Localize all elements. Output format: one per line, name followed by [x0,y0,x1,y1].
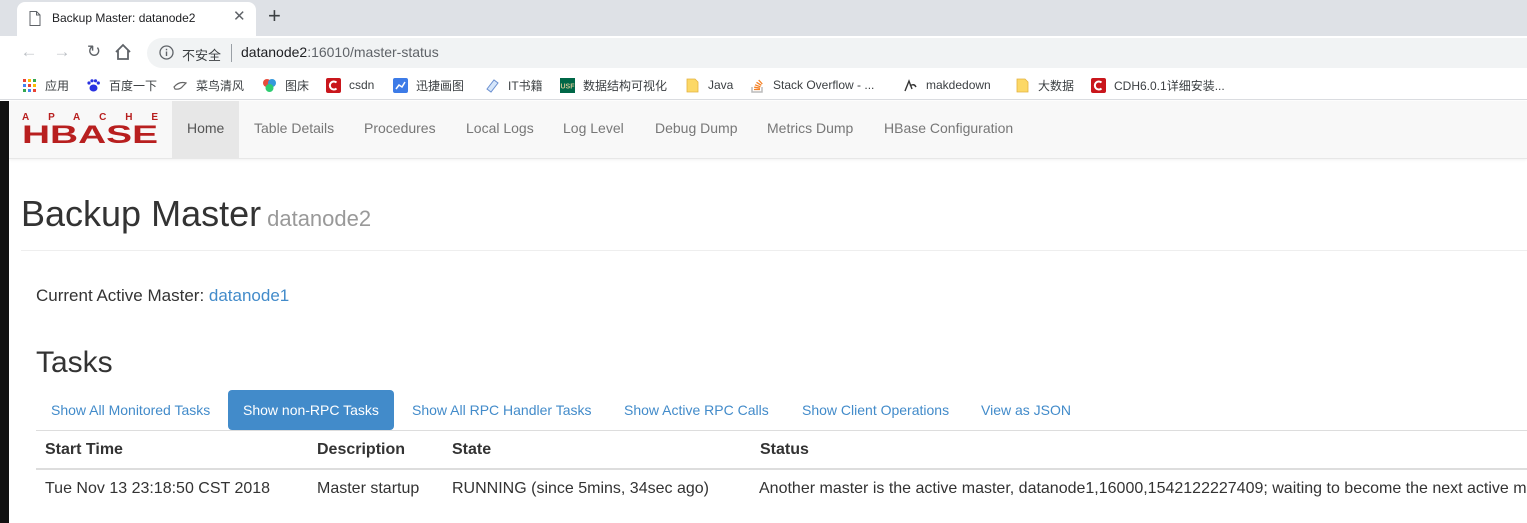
hbase-navbar: APACHE HBASE Home Table Details Procedur… [9,101,1527,159]
bookmark-label: 大数据 [1038,78,1075,93]
bookmark-label: 迅捷画图 [416,78,465,93]
bookmark-label: Stack Overflow - ... [773,78,875,92]
hbase-logo[interactable]: APACHE HBASE [22,110,158,146]
bookmark-apps[interactable]: 应用 [22,77,69,93]
bookmark-csdn[interactable]: csdn [326,77,374,93]
browser-tab[interactable]: Backup Master: datanode2 ✕ [17,2,256,36]
cell-status: Another master is the active master, dat… [759,480,1527,497]
current-master-link[interactable]: datanode1 [209,286,289,305]
bookmark-baidu[interactable]: 百度一下 [86,77,157,93]
window-edge [0,101,9,523]
bookmarks-bar: 应用 百度一下 菜鸟清风 图床 csdn 迅捷画图 IT书籍 USF 数据结构可… [0,70,1527,100]
nav-debug-dump[interactable]: Debug Dump [655,120,738,136]
not-secure-label[interactable]: 不安全 [182,45,221,64]
bookmark-runoob[interactable]: 菜鸟清风 [173,77,244,93]
bookmark-label: CDH6.0.1详细安装... [1114,78,1225,93]
stackoverflow-icon [751,79,763,93]
reload-icon[interactable]: ↻ [83,41,105,63]
cell-state: RUNNING (since 5mins, 34sec ago) [452,480,709,497]
header-divider [21,250,1527,251]
close-tab-icon[interactable]: ✕ [233,7,246,25]
url-text[interactable]: datanode2:16010/master-status [241,44,439,60]
tab-client-operations[interactable]: Show Client Operations [787,390,964,430]
logo-hbase-text: HBASE [22,121,158,146]
bookmark-label: 图床 [285,78,310,93]
bookmark-datastructure[interactable]: USF 数据结构可视化 [560,77,667,93]
bookmark-makdedown[interactable]: makdedown [903,77,991,93]
tab-view-as-json[interactable]: View as JSON [966,390,1086,430]
page-title: Backup Master datanode2 [21,193,371,235]
nav-local-logs[interactable]: Local Logs [466,120,534,136]
markdown-icon [904,78,917,91]
usf-icon: USF [560,77,576,93]
column-header-description: Description [317,441,406,458]
page-subtitle: datanode2 [267,206,372,231]
bookmark-label: 数据结构可视化 [583,78,668,93]
page-title-text: Backup Master [21,193,262,234]
browser-tabstrip: Backup Master: datanode2 ✕ + [0,0,1527,36]
bookmark-xunjie[interactable]: 迅捷画图 [393,77,464,93]
hbase-master-page: APACHE HBASE Home Table Details Procedur… [9,101,1527,523]
bookmark-label: 百度一下 [109,78,158,93]
cell-start-time: Tue Nov 13 23:18:50 CST 2018 [45,480,271,497]
column-header-status: Status [760,441,809,458]
nav-procedures[interactable]: Procedures [364,120,436,136]
image-bed-icon [263,78,276,92]
bookmark-label: makdedown [926,78,991,92]
nav-log-level[interactable]: Log Level [563,120,624,136]
bookmark-itbooks[interactable]: IT书籍 [485,77,543,93]
tab-active-rpc-calls[interactable]: Show Active RPC Calls [609,390,784,430]
bird-icon [173,81,188,90]
column-header-start-time: Start Time [45,441,123,458]
address-bar[interactable]: 不安全 datanode2:16010/master-status [147,38,1527,68]
browser-toolbar: ← → ↻ 不安全 datanode2:16010/master-status [0,36,1527,70]
home-icon[interactable] [114,43,132,61]
tab-non-rpc-tasks[interactable]: Show non-RPC Tasks [228,390,394,430]
url-path: :16010/master-status [307,44,439,60]
forward-arrow-icon[interactable]: → [51,41,73,63]
tab-all-monitored-tasks[interactable]: Show All Monitored Tasks [36,390,225,430]
bookmark-stackoverflow[interactable]: Stack Overflow - ... [750,77,874,93]
bookmark-label: 应用 [45,78,70,93]
nav-metrics-dump[interactable]: Metrics Dump [767,120,853,136]
bookmark-cdh[interactable]: CDH6.0.1详细安装... [1091,77,1225,93]
book-icon [486,78,499,93]
table-top-border [36,430,1527,431]
omnibox-divider [231,44,232,62]
bookmark-label: IT书籍 [508,78,543,93]
tab-rpc-handler-tasks[interactable]: Show All RPC Handler Tasks [397,390,606,430]
new-tab-icon[interactable]: + [268,3,281,29]
cell-description: Master startup [317,480,420,497]
xunjie-icon [393,77,408,93]
nav-table-details[interactable]: Table Details [254,120,334,136]
nav-home[interactable]: Home [187,120,224,136]
nav-hbase-configuration[interactable]: HBase Configuration [884,120,1013,136]
bookmark-label: csdn [349,78,375,92]
folder-icon [686,78,699,92]
table-header-border [36,468,1527,470]
back-arrow-icon[interactable]: ← [18,41,40,63]
bookmark-tuchuang[interactable]: 图床 [262,77,309,93]
tab-title: Backup Master: datanode2 [52,11,196,25]
url-host: datanode2 [241,44,308,60]
current-master-label: Current Active Master: [36,286,209,305]
svg-text:USF: USF [561,83,576,90]
bookmark-label: Java [708,78,734,92]
folder-icon [1016,78,1029,92]
baidu-paw-icon [87,78,100,91]
document-icon [29,11,41,26]
current-active-master: Current Active Master: datanode1 [36,286,289,306]
column-header-state: State [452,441,492,458]
bookmark-folder-java[interactable]: Java [685,77,733,93]
info-icon[interactable] [159,45,174,60]
csdn-icon [1091,77,1106,93]
apps-grid-icon [23,78,36,92]
bookmark-label: 菜鸟清风 [196,78,245,93]
csdn-icon [326,77,341,93]
tasks-heading: Tasks [36,346,113,379]
bookmark-folder-bigdata[interactable]: 大数据 [1015,77,1074,93]
